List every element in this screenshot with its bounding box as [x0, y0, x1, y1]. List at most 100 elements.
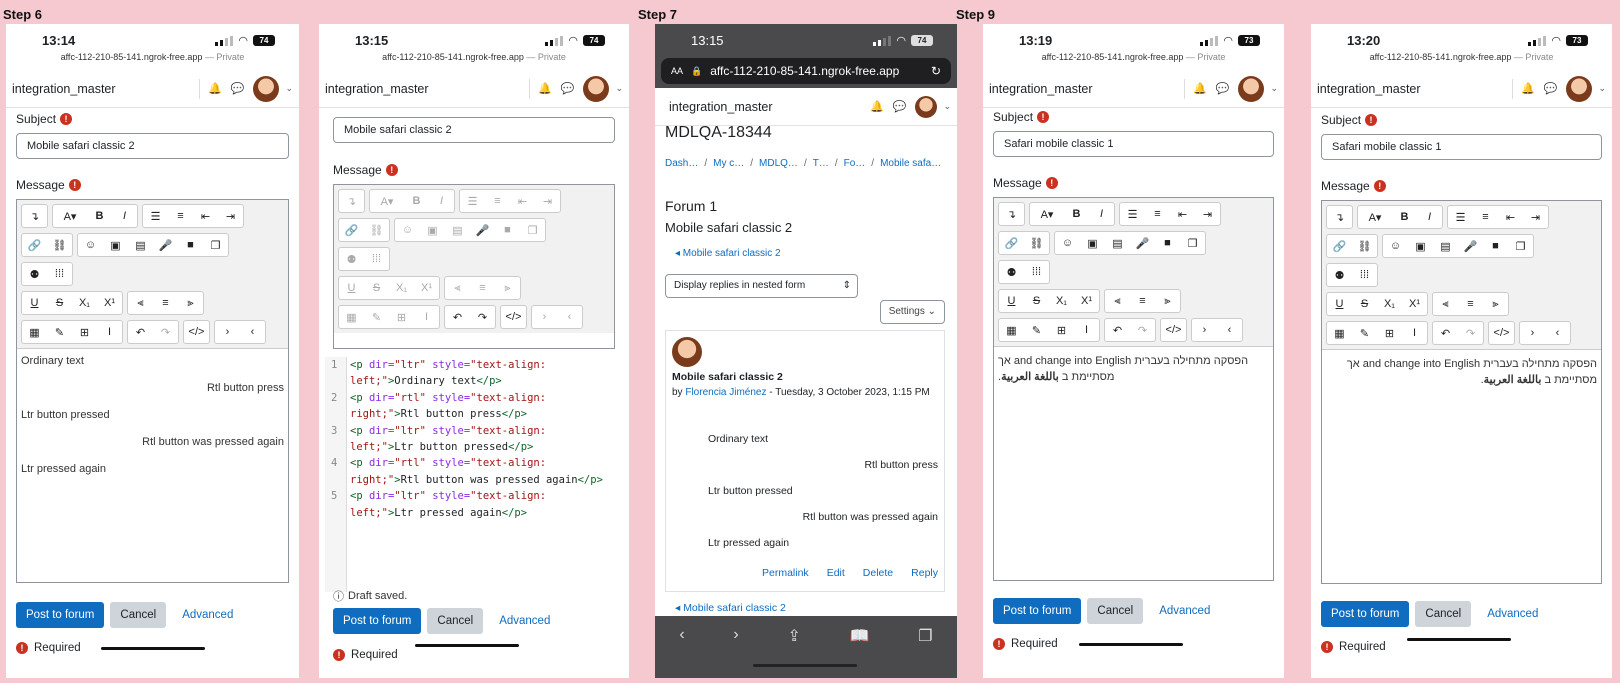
- html-source-editor[interactable]: 1 <p dir="ltr" style="text-align: left;">O…: [325, 357, 623, 592]
- undo-icon[interactable]: ↶: [445, 306, 470, 328]
- address-url[interactable]: affc-112-210-85-141.ngrok-free.app: [710, 64, 923, 78]
- text-size-button[interactable]: AA: [671, 66, 683, 76]
- arrow-icon[interactable]: ↴: [339, 190, 364, 212]
- link-icon[interactable]: 🔗: [999, 232, 1024, 254]
- underline-icon[interactable]: U: [1327, 293, 1352, 315]
- bell-icon[interactable]: 🔔: [208, 82, 222, 95]
- ltr-icon[interactable]: ›: [1192, 319, 1217, 341]
- clear-format-icon[interactable]: I: [97, 321, 122, 343]
- equation-grid-icon[interactable]: ⁞⁞⁞: [1352, 264, 1377, 286]
- subscript-icon[interactable]: X₁: [72, 292, 97, 314]
- rtl-icon[interactable]: ‹: [1545, 322, 1570, 344]
- html-icon[interactable]: </>: [501, 306, 526, 328]
- strike-icon[interactable]: S: [364, 277, 389, 299]
- ltr-icon[interactable]: ›: [215, 321, 240, 343]
- align-left-icon[interactable]: ⫷: [1433, 293, 1458, 315]
- align-right-icon[interactable]: ⫸: [178, 292, 203, 314]
- arrow-icon[interactable]: ↴: [22, 205, 47, 227]
- site-name[interactable]: integration_master: [325, 82, 529, 96]
- record-audio-icon[interactable]: 🎤: [1130, 232, 1155, 254]
- redo-icon[interactable]: ↷: [1458, 322, 1483, 344]
- align-left-icon[interactable]: ⫷: [128, 292, 153, 314]
- align-center-icon[interactable]: ≡: [1458, 293, 1483, 315]
- footer-back-link[interactable]: ◂ Mobile safari classic 2: [675, 602, 786, 614]
- italic-icon[interactable]: I: [112, 205, 137, 227]
- bell-icon[interactable]: 🔔: [870, 100, 884, 113]
- italic-icon[interactable]: I: [1417, 206, 1442, 228]
- media-icon[interactable]: ▤: [1433, 235, 1458, 257]
- emoji-icon[interactable]: ☺: [1383, 235, 1408, 257]
- underline-icon[interactable]: U: [339, 277, 364, 299]
- link-icon[interactable]: 🔗: [1327, 235, 1352, 257]
- site-name[interactable]: integration_master: [989, 82, 1184, 96]
- bullets-icon[interactable]: ☰: [1120, 203, 1145, 225]
- indent-icon[interactable]: ⇥: [535, 190, 560, 212]
- align-left-icon[interactable]: ⫷: [1105, 290, 1130, 312]
- table-icon[interactable]: ⊞: [1049, 319, 1074, 341]
- numbered-icon[interactable]: ≡: [485, 190, 510, 212]
- html-icon[interactable]: </>: [1161, 319, 1186, 341]
- chat-icon[interactable]: 💬: [1544, 82, 1558, 95]
- breadcrumb-item[interactable]: T…: [813, 158, 829, 169]
- record-video-icon[interactable]: ■: [495, 219, 520, 241]
- edit-icon[interactable]: ✎: [47, 321, 72, 343]
- media-icon[interactable]: ▤: [1105, 232, 1130, 254]
- breadcrumb-item[interactable]: Fo…: [844, 158, 866, 169]
- table-icon[interactable]: ⊞: [1377, 322, 1402, 344]
- record-video-icon[interactable]: ■: [1483, 235, 1508, 257]
- message-editor[interactable]: ↴ A▾ B I ☰ ≡ ⇤ ⇥ 🔗 ⛓ ☺ ▣ ▤ 🎤 ■ ❐ ⚉ ⁞⁞⁞ U S X₁ X¹ ⫷ ≡ ⫸ ▦ ✎ ⊞ I ↶ ↷…: [16, 199, 289, 583]
- permalink-link[interactable]: Permalink: [762, 567, 809, 579]
- superscript-icon[interactable]: X¹: [1074, 290, 1099, 312]
- font-icon[interactable]: A▾: [370, 190, 404, 212]
- bell-icon[interactable]: 🔔: [1521, 82, 1535, 95]
- redo-icon[interactable]: ↷: [1130, 319, 1155, 341]
- cancel-button[interactable]: Cancel: [110, 602, 167, 628]
- rtl-icon[interactable]: ‹: [557, 306, 582, 328]
- bookmarks-icon[interactable]: 📖: [850, 626, 870, 646]
- undo-icon[interactable]: ↶: [128, 321, 153, 343]
- bold-icon[interactable]: B: [1064, 203, 1089, 225]
- undo-icon[interactable]: ↶: [1433, 322, 1458, 344]
- chevron-down-icon[interactable]: ⌄: [943, 101, 951, 112]
- align-center-icon[interactable]: ≡: [1130, 290, 1155, 312]
- avatar[interactable]: [583, 75, 610, 102]
- media-icon[interactable]: ▤: [445, 219, 470, 241]
- numbered-icon[interactable]: ≡: [168, 205, 193, 227]
- bullets-icon[interactable]: ☰: [460, 190, 485, 212]
- record-audio-icon[interactable]: 🎤: [470, 219, 495, 241]
- html-icon[interactable]: </>: [1489, 322, 1514, 344]
- image-icon[interactable]: ▣: [420, 219, 445, 241]
- bullets-icon[interactable]: ☰: [143, 205, 168, 227]
- table-icon[interactable]: ⊞: [389, 306, 414, 328]
- indent-icon[interactable]: ⇥: [218, 205, 243, 227]
- edit-icon[interactable]: ✎: [364, 306, 389, 328]
- image-icon[interactable]: ▣: [103, 234, 128, 256]
- unlink-icon[interactable]: ⛓: [364, 219, 389, 241]
- chat-icon[interactable]: 💬: [231, 82, 245, 95]
- advanced-link[interactable]: Advanced: [1149, 598, 1220, 624]
- table-icon[interactable]: ⊞: [72, 321, 97, 343]
- ltr-icon[interactable]: ›: [532, 306, 557, 328]
- advanced-link[interactable]: Advanced: [489, 608, 560, 634]
- align-center-icon[interactable]: ≡: [153, 292, 178, 314]
- bold-icon[interactable]: B: [404, 190, 429, 212]
- settings-button[interactable]: Settings ⌄: [879, 300, 945, 324]
- font-icon[interactable]: A▾: [53, 205, 87, 227]
- bold-icon[interactable]: B: [1392, 206, 1417, 228]
- back-link[interactable]: ◂ Mobile safari classic 2: [675, 248, 781, 259]
- equation-grid-icon[interactable]: ⁞⁞⁞: [364, 248, 389, 270]
- outdent-icon[interactable]: ⇤: [510, 190, 535, 212]
- rtl-icon[interactable]: ‹: [1217, 319, 1242, 341]
- avatar[interactable]: [1566, 75, 1593, 102]
- redo-icon[interactable]: ↷: [470, 306, 495, 328]
- breadcrumb-item[interactable]: My c…: [713, 158, 744, 169]
- record-audio-icon[interactable]: 🎤: [153, 234, 178, 256]
- advanced-link[interactable]: Advanced: [172, 602, 243, 628]
- emoji-icon[interactable]: ☺: [1055, 232, 1080, 254]
- message-editor[interactable]: ↴ A▾ B I ☰ ≡ ⇤ ⇥ 🔗 ⛓ ☺ ▣ ▤ 🎤 ■ ❐ ⚉ ⁞⁞⁞ U S X₁ X¹ ⫷ ≡ ⫸ ▦ ✎ ⊞ I ↶ ↷…: [333, 184, 615, 349]
- display-mode-select[interactable]: Display replies in nested form ⇕: [665, 274, 858, 298]
- copy-icon[interactable]: ❐: [203, 234, 228, 256]
- copy-icon[interactable]: ❐: [520, 219, 545, 241]
- calculator-icon[interactable]: ▦: [339, 306, 364, 328]
- link-icon[interactable]: 🔗: [339, 219, 364, 241]
